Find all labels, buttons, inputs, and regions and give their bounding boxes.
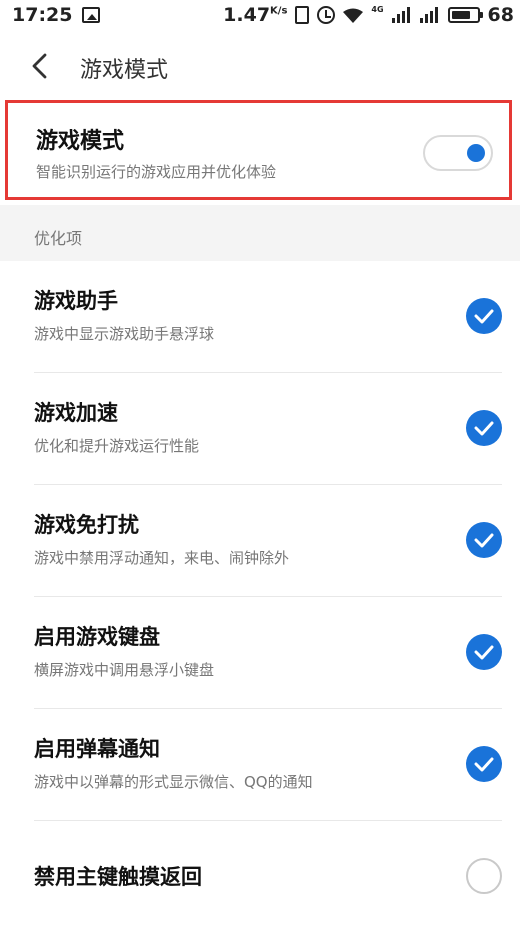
list-item-subtitle: 横屏游戏中调用悬浮小键盘 [34, 661, 215, 679]
checkbox-unchecked-icon[interactable] [466, 858, 502, 894]
list-item-game-acceleration[interactable]: 游戏加速 优化和提升游戏运行性能 [34, 373, 502, 485]
game-mode-title: 游戏模式 [36, 129, 125, 154]
list-item-subtitle: 游戏中以弹幕的形式显示微信、QQ的通知 [34, 773, 313, 791]
network-speed: 1.47K/s [223, 4, 287, 26]
network-type-label: 4G [371, 5, 384, 14]
list-item-danmaku-notification[interactable]: 启用弹幕通知 游戏中以弹幕的形式显示微信、QQ的通知 [34, 709, 502, 821]
list-item-subtitle: 游戏中显示游戏助手悬浮球 [34, 325, 215, 343]
section-header: 优化项 [0, 205, 520, 261]
wifi-icon [343, 7, 364, 23]
list-item-title: 游戏免打扰 [34, 513, 139, 537]
section-label: 优化项 [34, 229, 83, 248]
battery-icon [447, 7, 483, 23]
game-mode-subtitle: 智能识别运行的游戏应用并优化体验 [36, 163, 277, 181]
list-item-title: 禁用主键触摸返回 [34, 865, 202, 889]
list-item-subtitle: 游戏中禁用浮动通知，来电、闹钟除外 [34, 549, 290, 567]
checkbox-checked-icon[interactable] [466, 746, 502, 782]
alarm-icon [317, 6, 336, 24]
list-item-disable-home-touch-back[interactable]: 禁用主键触摸返回 [34, 821, 502, 930]
back-button[interactable] [24, 50, 56, 82]
game-mode-toggle[interactable] [423, 135, 493, 171]
checkbox-checked-icon[interactable] [466, 634, 502, 670]
list-item-title: 游戏助手 [34, 289, 118, 313]
image-notification-icon [82, 7, 101, 23]
network-speed-unit: K/s [270, 5, 288, 17]
battery-level: 68 [487, 4, 514, 26]
checkbox-checked-icon[interactable] [466, 410, 502, 446]
toggle-knob [467, 144, 485, 162]
vibrate-icon [295, 6, 310, 24]
list-item-title: 启用弹幕通知 [34, 737, 160, 761]
checkbox-checked-icon[interactable] [466, 298, 502, 334]
checkbox-checked-icon[interactable] [466, 522, 502, 558]
status-bar-left: 17:25 [12, 4, 101, 26]
cell-signal-2-icon [419, 7, 440, 23]
status-bar-right: 1.47K/s 4G 68 [223, 4, 514, 26]
status-bar: 17:25 1.47K/s 4G 68 [0, 0, 520, 32]
cell-signal-icon [391, 7, 412, 23]
options-list: 游戏助手 游戏中显示游戏助手悬浮球 游戏加速 优化和提升游戏运行性能 游戏免打扰… [0, 261, 520, 930]
status-time: 17:25 [12, 4, 73, 26]
list-item-game-keyboard[interactable]: 启用游戏键盘 横屏游戏中调用悬浮小键盘 [34, 597, 502, 709]
app-header: 游戏模式 [0, 32, 520, 100]
list-item-do-not-disturb[interactable]: 游戏免打扰 游戏中禁用浮动通知，来电、闹钟除外 [34, 485, 502, 597]
list-item-title: 启用游戏键盘 [34, 625, 160, 649]
network-speed-value: 1.47 [223, 4, 271, 26]
list-item-game-assistant[interactable]: 游戏助手 游戏中显示游戏助手悬浮球 [34, 261, 502, 373]
chevron-left-icon [32, 53, 47, 79]
list-item-subtitle: 优化和提升游戏运行性能 [34, 437, 200, 455]
game-mode-card[interactable]: 游戏模式 智能识别运行的游戏应用并优化体验 [5, 100, 512, 200]
list-item-title: 游戏加速 [34, 401, 118, 425]
page-title: 游戏模式 [80, 58, 169, 83]
